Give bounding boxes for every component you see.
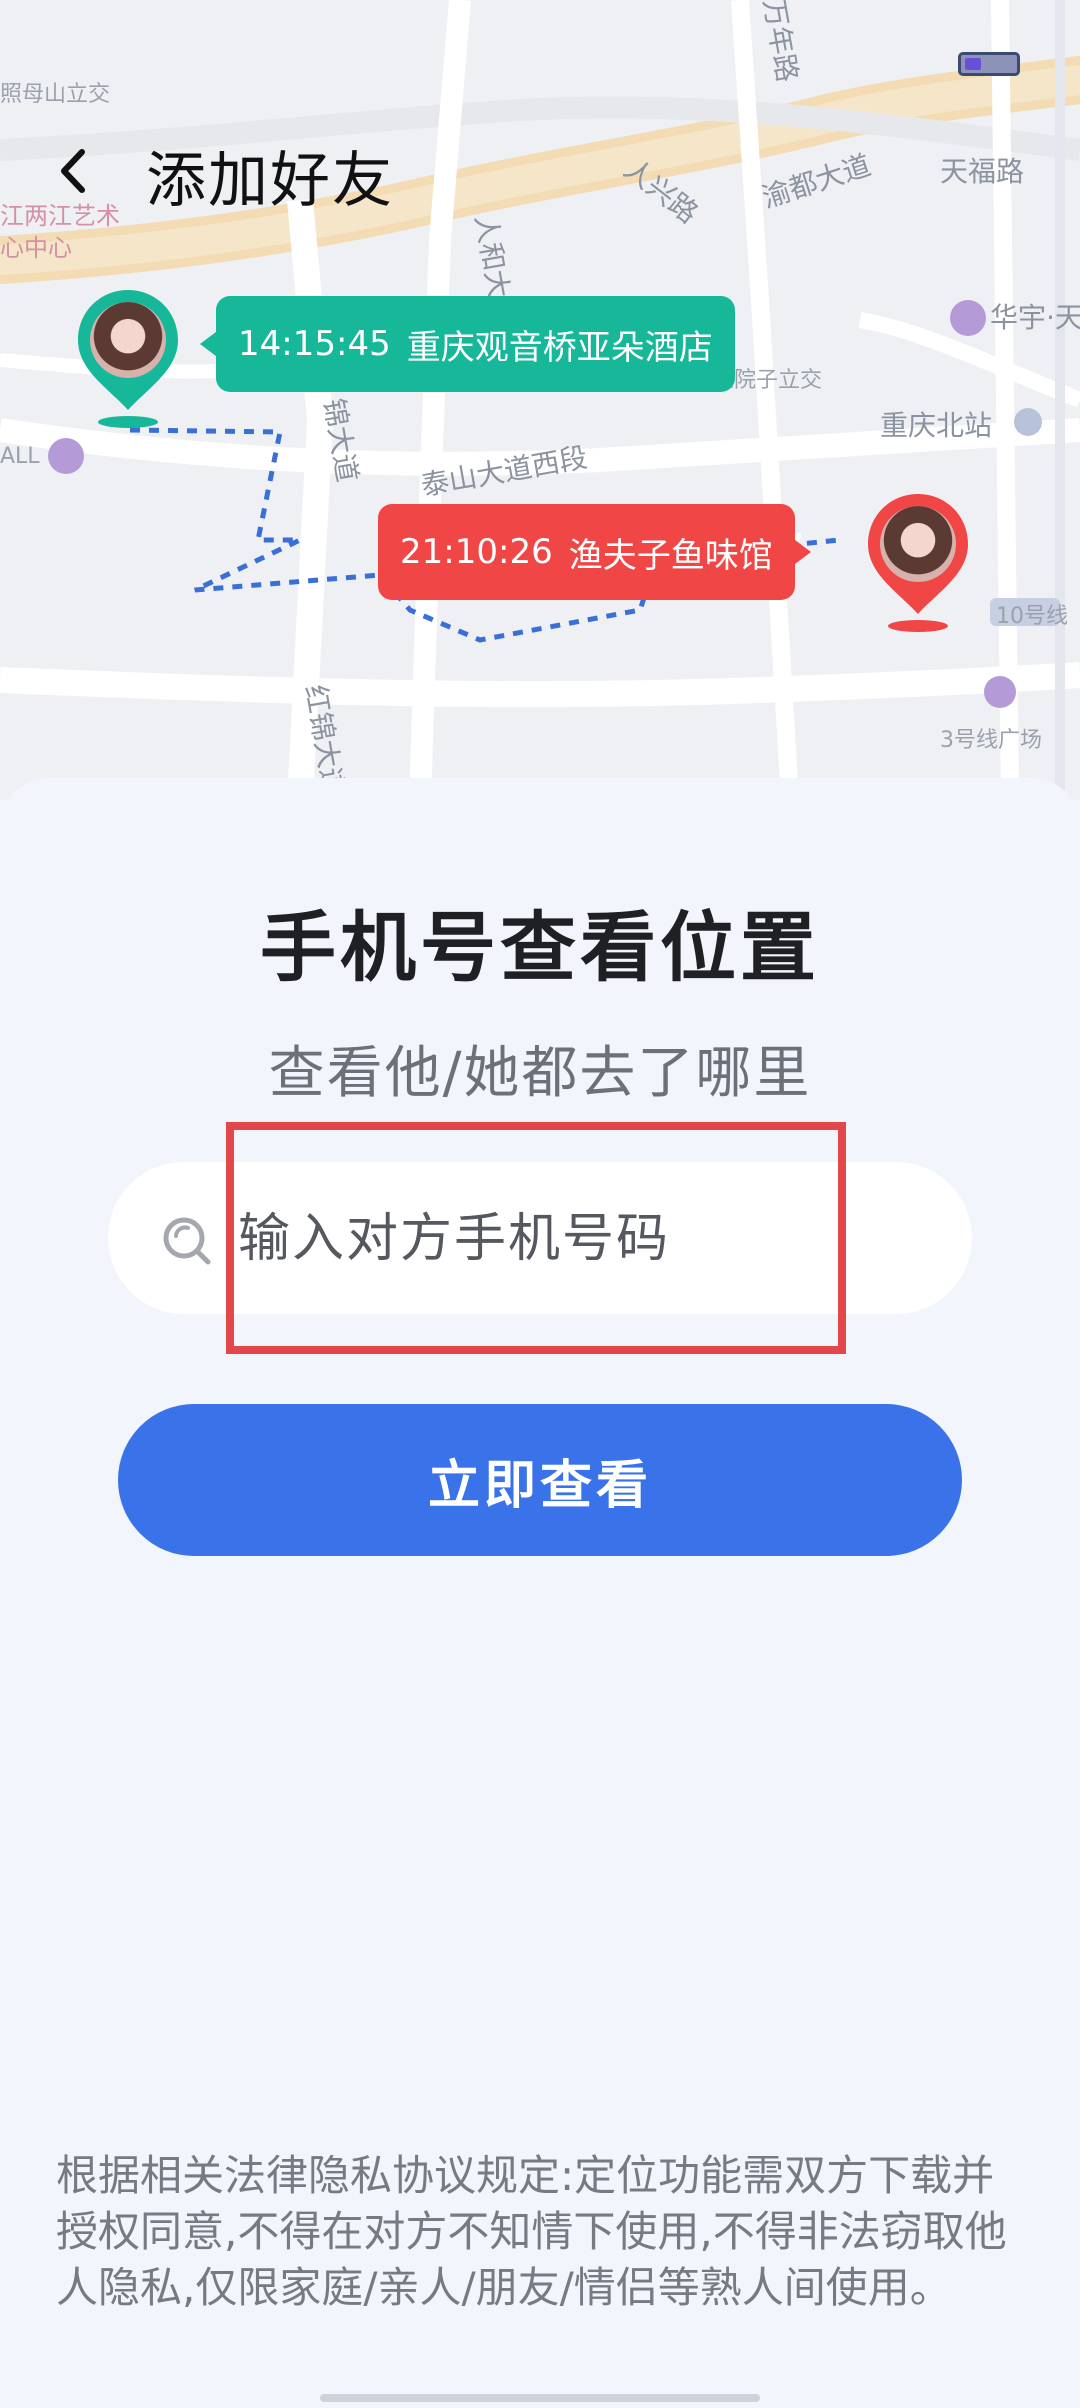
marker-time: 14:15:45 bbox=[238, 324, 391, 364]
avatar bbox=[90, 302, 166, 378]
location-bubble-red[interactable]: 21:10:26 渔夫子鱼味馆 bbox=[378, 504, 811, 600]
map-label: 华宇·天 bbox=[990, 301, 1080, 334]
map-label: 天福路 bbox=[940, 155, 1025, 188]
location-pin-red[interactable] bbox=[868, 494, 968, 634]
marker-place: 渔夫子鱼味馆 bbox=[568, 535, 773, 576]
map-label: ALL bbox=[0, 444, 40, 469]
phone-number-input[interactable] bbox=[236, 1162, 940, 1316]
battery-icon bbox=[958, 52, 1020, 76]
marker-place: 重庆观音桥亚朵酒店 bbox=[406, 327, 713, 368]
location-pin-green[interactable] bbox=[78, 290, 178, 430]
phone-search-box[interactable] bbox=[108, 1162, 972, 1316]
view-now-button[interactable]: 立即查看 bbox=[118, 1404, 962, 1556]
hero-title: 手机号查看位置 bbox=[260, 903, 820, 992]
map-label: 江两江艺术 bbox=[0, 202, 120, 230]
lookup-card: 手机号查看位置 查看他/她都去了哪里 立即查看 根据相关法律隐私协议规定:定位功… bbox=[0, 778, 1080, 2408]
marker-time: 21:10:26 bbox=[400, 532, 553, 572]
back-arrow-icon[interactable] bbox=[54, 146, 94, 196]
home-indicator[interactable] bbox=[320, 2394, 760, 2402]
search-icon bbox=[163, 1217, 211, 1265]
avatar bbox=[880, 506, 956, 582]
map-label: 照母山立交 bbox=[0, 82, 111, 107]
hero-subtitle: 查看他/她都去了哪里 bbox=[268, 1041, 812, 1106]
map-label: 3号线广场 bbox=[940, 728, 1042, 753]
map-label: 10号线 bbox=[996, 604, 1068, 629]
privacy-disclaimer: 根据相关法律隐私协议规定:定位功能需双方下载并授权同意,不得在对方不知情下使用,… bbox=[56, 2151, 1007, 2312]
status-bar bbox=[0, 0, 1080, 80]
page-title: 添加好友 bbox=[146, 146, 394, 216]
map-label: 重庆北站 bbox=[880, 409, 993, 442]
map-view[interactable]: 照母山立交 江两江艺术 心中心 人兴路 渝都大道 天福路 万年路 人和大道 锦大… bbox=[0, 0, 1080, 800]
location-bubble-green[interactable]: 14:15:45 重庆观音桥亚朵酒店 bbox=[200, 296, 735, 392]
map-label: 心中心 bbox=[0, 234, 72, 262]
